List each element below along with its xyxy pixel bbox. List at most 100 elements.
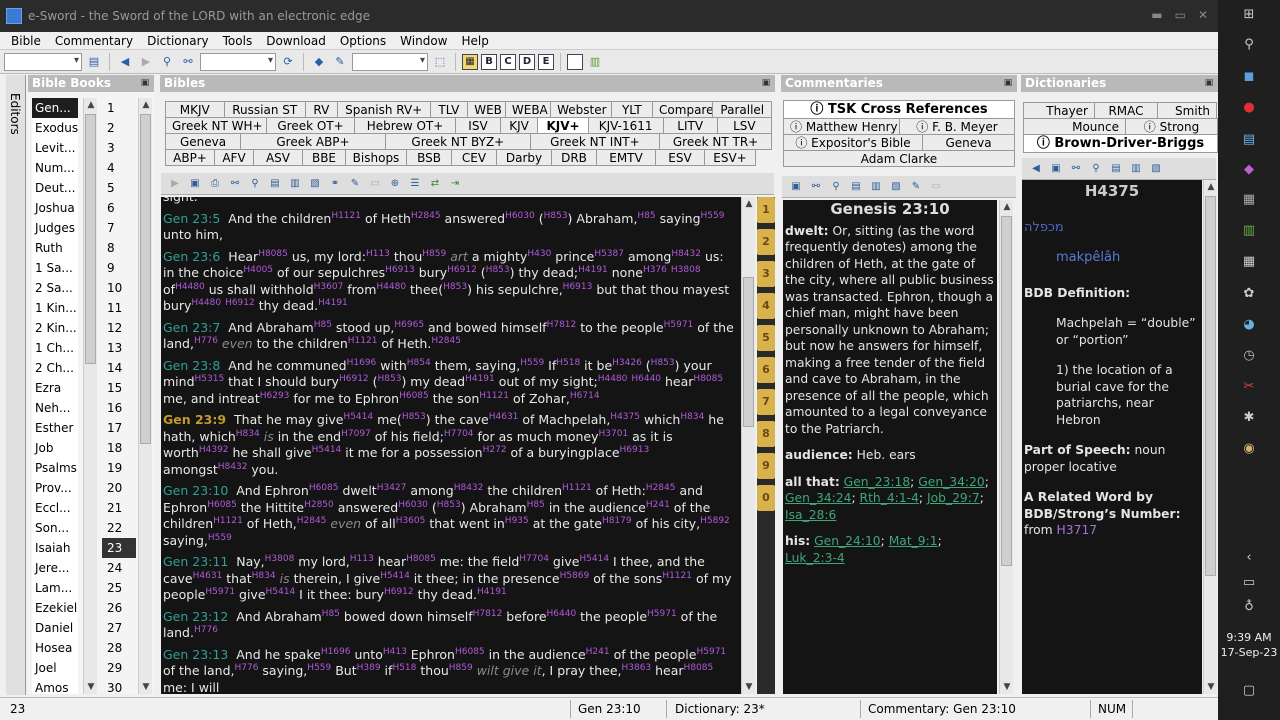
tab-esv-[interactable]: ESV+	[704, 149, 756, 166]
book-item[interactable]: Joel	[32, 658, 78, 678]
pages-icon[interactable]: ▥	[868, 180, 884, 194]
tab-fb-meyer[interactable]: ⓘ F. B. Meyer	[899, 118, 1015, 135]
chapter-item[interactable]: 16	[102, 398, 136, 418]
chapter-tab[interactable]: 4	[757, 293, 775, 319]
verse[interactable]: Gen 23:6 HearH8085 us, my lord:H113 thou…	[163, 249, 737, 315]
export-icon[interactable]: ⇥	[447, 177, 463, 191]
scripture-link[interactable]: Gen_34:20	[918, 475, 984, 489]
book-item[interactable]: Deut...	[32, 178, 78, 198]
book-item[interactable]: Job	[32, 438, 78, 458]
search-icon[interactable]: ⚲	[1240, 36, 1258, 54]
tab-lsv[interactable]: LSV	[716, 117, 772, 134]
verse-ref[interactable]: Gen 23:5	[163, 211, 220, 226]
verse[interactable]: Gen 23:11 Nay,H3808 my lord,H113 hearH80…	[163, 554, 737, 604]
compare-icon[interactable]: ▧	[307, 177, 323, 191]
window-icon[interactable]: ▦	[1240, 191, 1258, 209]
book-item[interactable]: Daniel	[32, 618, 78, 638]
play-icon[interactable]: ▶	[167, 177, 183, 191]
chapter-item[interactable]: 17	[102, 418, 136, 438]
chapter-tab[interactable]: 9	[757, 453, 775, 479]
tab-darby[interactable]: Darby	[496, 149, 552, 166]
chapter-item[interactable]: 21	[102, 498, 136, 518]
search-all-icon[interactable]: ⚯	[179, 53, 197, 71]
pages-icon[interactable]: ▥	[287, 177, 303, 191]
scripture-link[interactable]: Isa_28:6	[785, 508, 836, 522]
chapter-item[interactable]: 25	[102, 578, 136, 598]
chapter-tab[interactable]: 2	[757, 229, 775, 255]
tab-mkjv[interactable]: MKJV	[165, 101, 225, 118]
tab-bbe[interactable]: BBE	[302, 149, 346, 166]
split-icon[interactable]: ☰	[407, 177, 423, 191]
tab-drb[interactable]: DRB	[551, 149, 597, 166]
chapter-item[interactable]: 6	[102, 198, 136, 218]
scripture-link[interactable]: Mat_9:1	[889, 534, 938, 548]
bible-scrollbar[interactable]: ▲ ▼	[741, 197, 755, 694]
pin-icon[interactable]: ▣	[1203, 77, 1215, 89]
verse-select[interactable]	[4, 52, 82, 71]
tab-parallel[interactable]: Parallel	[712, 101, 773, 118]
page-icon[interactable]: ▤	[1108, 162, 1124, 176]
tab-strong[interactable]: ⓘ Strong	[1125, 118, 1218, 135]
toggle-d-button[interactable]: D	[519, 53, 535, 70]
blank-icon[interactable]	[567, 53, 583, 70]
find-icon[interactable]: ⚲	[247, 177, 263, 191]
compare-icon[interactable]: ▧	[888, 180, 904, 194]
tab-esv[interactable]: ESV	[655, 149, 705, 166]
toggle-b-button[interactable]: B	[481, 53, 497, 70]
notepad-icon[interactable]: ▤	[1240, 131, 1258, 149]
chapter-item[interactable]: 9	[102, 258, 136, 278]
menu-bible[interactable]: Bible	[4, 34, 48, 48]
scripture-link[interactable]: Rth_4:1-4	[860, 491, 919, 505]
tab-greek-nt-int-[interactable]: Greek NT INT+	[529, 133, 661, 150]
copy-icon[interactable]: ▣	[788, 180, 804, 194]
tab-rmac[interactable]: RMAC	[1094, 102, 1158, 119]
compare-icon[interactable]: ▧	[1148, 162, 1164, 176]
book-item[interactable]: Gen...	[32, 98, 78, 118]
find-icon[interactable]: ⚲	[1088, 162, 1104, 176]
dictionary-text-view[interactable]: H4375 מכפלה makpêlâh BDB Definition: Mac…	[1022, 180, 1202, 694]
verse[interactable]: Gen 23:8 And he communedH1696 withH854 t…	[163, 358, 737, 408]
menu-window[interactable]: Window	[393, 34, 454, 48]
tab-isv[interactable]: ISV	[455, 117, 501, 134]
chapter-item[interactable]: 7	[102, 218, 136, 238]
book-item[interactable]: Neh...	[32, 398, 78, 418]
tab-abp-[interactable]: ABP+	[165, 149, 215, 166]
binoculars-icon[interactable]: ⚯	[808, 180, 824, 194]
find-icon[interactable]: ⚲	[828, 180, 844, 194]
book-item[interactable]: 2 Sa...	[32, 278, 78, 298]
copy-icon[interactable]: ▣	[187, 177, 203, 191]
menu-download[interactable]: Download	[259, 34, 333, 48]
edit-icon[interactable]: ✎	[347, 177, 363, 191]
chapter-item[interactable]: 26	[102, 598, 136, 618]
book-scrollbar[interactable]: ▲ ▼	[83, 98, 97, 694]
forward-icon[interactable]: ▶	[137, 53, 155, 71]
notes-icon[interactable]: ▥	[586, 53, 604, 71]
chapter-item[interactable]: 19	[102, 458, 136, 478]
tab-emtv[interactable]: EMTV	[596, 149, 656, 166]
tab-greek-ot-[interactable]: Greek OT+	[266, 117, 355, 134]
tab-geneva[interactable]: Geneva	[922, 134, 1015, 151]
book-item[interactable]: 1 Sa...	[32, 258, 78, 278]
chapter-tab[interactable]: 6	[757, 357, 775, 383]
copy-icon[interactable]: ▣	[1048, 162, 1064, 176]
book-item[interactable]: Eccl...	[32, 498, 78, 518]
book-item[interactable]: Prov...	[32, 478, 78, 498]
tab-kjv-[interactable]: KJV+	[537, 117, 589, 134]
book-item[interactable]: Ruth	[32, 238, 78, 258]
scripture-link[interactable]: Job_29:7	[927, 491, 980, 505]
highlight-select[interactable]	[352, 52, 428, 71]
chapter-item[interactable]: 20	[102, 478, 136, 498]
verse-ref[interactable]: Gen 23:9	[163, 412, 226, 427]
tab-geneva[interactable]: Geneva	[165, 133, 242, 150]
back-icon[interactable]: ◀	[116, 53, 134, 71]
mic-icon[interactable]: ♁	[1240, 598, 1258, 616]
clock[interactable]: 9:39 AM 17-Sep-23	[1218, 630, 1280, 660]
book-item[interactable]: Jere...	[32, 558, 78, 578]
chapter-item[interactable]: 8	[102, 238, 136, 258]
menu-commentary[interactable]: Commentary	[48, 34, 140, 48]
binoculars-icon[interactable]: ⚯	[227, 177, 243, 191]
verse-ref[interactable]: Gen 23:8	[163, 358, 220, 373]
pin-icon[interactable]: ▣	[139, 77, 151, 89]
book-item[interactable]: Esther	[32, 418, 78, 438]
chapter-tab[interactable]: 0	[757, 485, 775, 511]
